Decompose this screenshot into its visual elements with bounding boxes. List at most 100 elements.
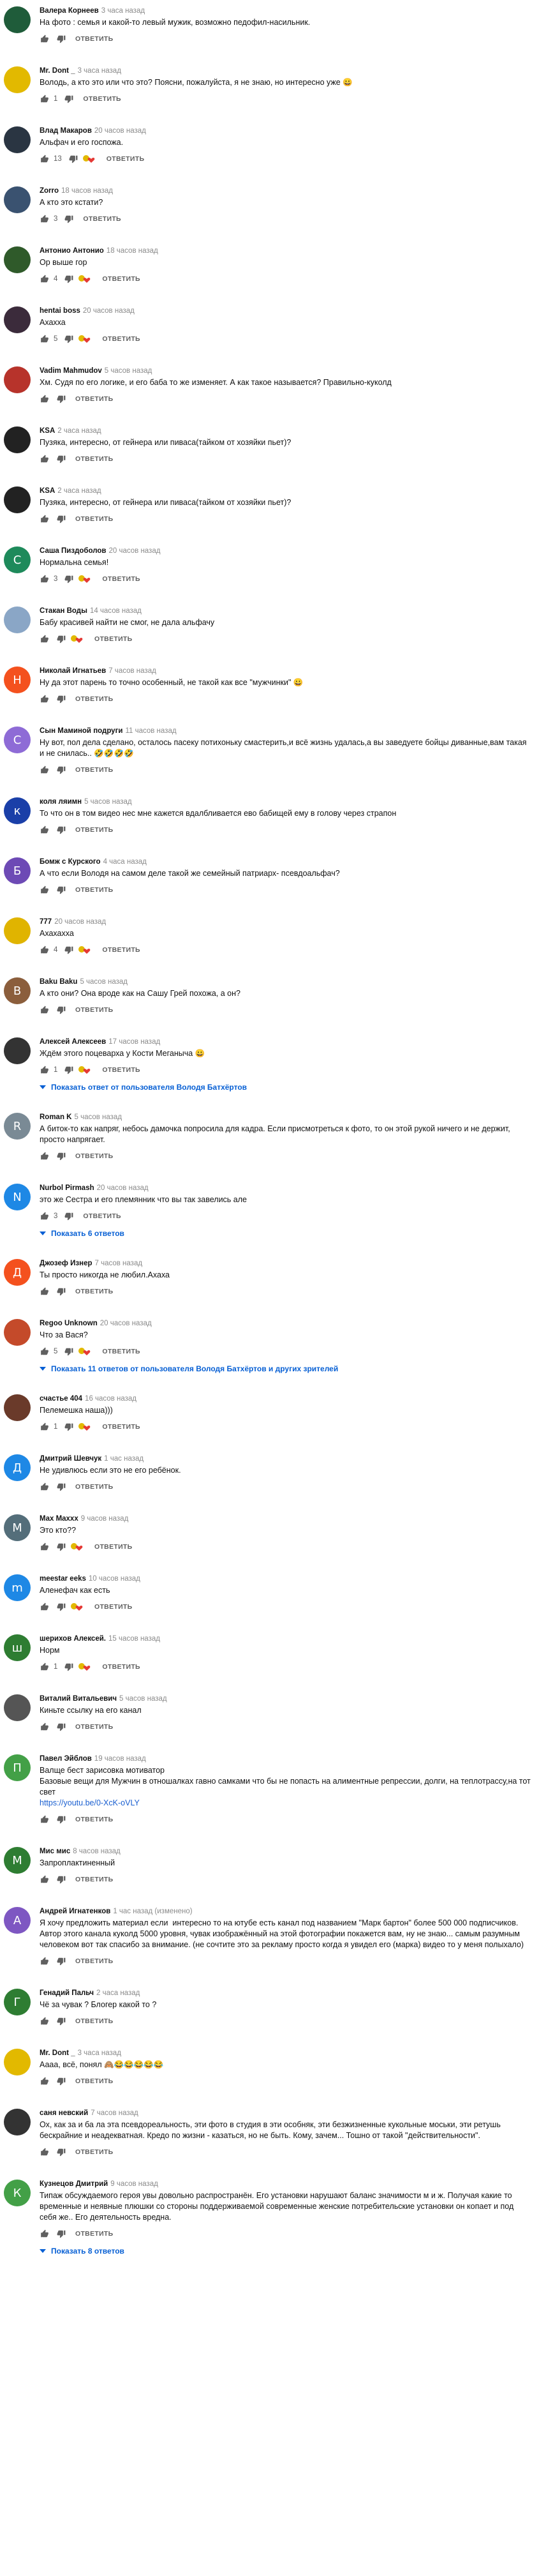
show-replies-button[interactable]: Показать 6 ответов [40,1227,531,1240]
author-name[interactable]: 777 [40,918,52,926]
avatar[interactable]: К [4,2180,31,2206]
avatar[interactable]: Г [4,1989,31,2015]
avatar[interactable] [4,126,31,153]
thumbs-down-icon[interactable] [56,885,66,895]
thumbs-down-icon[interactable] [56,394,66,404]
thumbs-down-icon[interactable] [64,94,74,104]
avatar[interactable] [4,2049,31,2075]
thumbs-up-icon[interactable] [40,1542,50,1552]
thumbs-down-icon[interactable] [56,825,66,835]
thumbs-up-icon[interactable] [40,454,50,464]
thumbs-down-icon[interactable] [64,1346,74,1357]
thumbs-up-icon[interactable] [40,1211,50,1221]
thumbs-up-icon[interactable] [40,694,50,704]
author-name[interactable]: Влад Макаров [40,127,92,135]
avatar[interactable] [4,66,31,93]
thumbs-up-icon[interactable] [40,2076,50,2086]
reply-button[interactable]: ОТВЕТИТЬ [75,455,114,463]
thumbs-up-icon[interactable] [40,1151,50,1161]
avatar[interactable]: П [4,1754,31,1781]
timestamp[interactable]: 17 часов назад [108,1038,160,1046]
timestamp[interactable]: 19 часов назад [94,1755,146,1763]
thumbs-down-icon[interactable] [56,1482,66,1492]
author-name[interactable]: шерихов Алексей. [40,1635,106,1643]
timestamp[interactable]: 5 часов назад [74,1113,122,1121]
thumbs-down-icon[interactable] [56,34,66,44]
avatar[interactable]: Н [4,667,31,693]
reply-button[interactable]: ОТВЕТИТЬ [102,1066,140,1074]
author-name[interactable]: Дмитрий Шевчук [40,1455,101,1463]
thumbs-down-icon[interactable] [56,1874,66,1885]
reply-button[interactable]: ОТВЕТИТЬ [102,575,140,583]
timestamp[interactable]: 20 часов назад [108,547,160,555]
avatar[interactable] [4,1037,31,1064]
thumbs-down-icon[interactable] [56,1151,66,1161]
thumbs-up-icon[interactable] [40,514,50,524]
author-name[interactable]: Max Maxxx [40,1515,78,1523]
reply-button[interactable]: ОТВЕТИТЬ [102,335,140,343]
avatar[interactable] [4,426,31,453]
timestamp[interactable]: 16 часов назад [85,1395,137,1403]
reply-button[interactable]: ОТВЕТИТЬ [75,766,114,774]
author-name[interactable]: Regoo Unknown [40,1320,98,1327]
author-name[interactable]: Павел Эйблов [40,1755,92,1763]
reply-button[interactable]: ОТВЕТИТЬ [83,95,121,103]
timestamp[interactable]: 20 часов назад [97,1184,149,1192]
thumbs-up-icon[interactable] [40,94,50,104]
timestamp[interactable]: 9 часов назад [81,1515,129,1523]
thumbs-down-icon[interactable] [64,945,74,955]
avatar[interactable]: Б [4,857,31,884]
avatar[interactable] [4,246,31,273]
avatar[interactable]: А [4,1907,31,1934]
author-name[interactable]: Vadim Mahmudov [40,367,102,375]
reply-button[interactable]: ОТВЕТИТЬ [75,1152,114,1160]
thumbs-up-icon[interactable] [40,1346,50,1357]
thumbs-up-icon[interactable] [40,885,50,895]
reply-button[interactable]: ОТВЕТИТЬ [75,395,114,403]
author-name[interactable]: KSA [40,427,55,435]
avatar[interactable]: N [4,1184,31,1210]
reply-button[interactable]: ОТВЕТИТЬ [75,2148,114,2156]
thumbs-down-icon[interactable] [56,1722,66,1732]
thumbs-down-icon[interactable] [56,694,66,704]
thumbs-down-icon[interactable] [56,765,66,775]
thumbs-up-icon[interactable] [40,945,50,955]
avatar[interactable]: B [4,977,31,1004]
reply-button[interactable]: ОТВЕТИТЬ [94,1603,133,1611]
thumbs-up-icon[interactable] [40,574,50,584]
show-replies-button[interactable]: Показать 11 ответов от пользователя Воло… [40,1362,531,1375]
thumbs-down-icon[interactable] [56,634,66,644]
reply-button[interactable]: ОТВЕТИТЬ [75,1483,114,1491]
thumbs-up-icon[interactable] [40,1422,50,1432]
timestamp[interactable]: 3 часа назад [101,7,145,15]
reply-button[interactable]: ОТВЕТИТЬ [94,635,133,643]
reply-button[interactable]: ОТВЕТИТЬ [102,1663,140,1671]
reply-button[interactable]: ОТВЕТИТЬ [75,35,114,43]
timestamp[interactable]: 5 часов назад [119,1695,167,1703]
avatar[interactable] [4,917,31,944]
timestamp[interactable]: 5 часов назад [84,798,132,806]
timestamp[interactable]: 5 часов назад [105,367,152,375]
timestamp[interactable]: 20 часов назад [54,918,106,926]
thumbs-up-icon[interactable] [40,1482,50,1492]
author-name[interactable]: Бомж с Курского [40,858,101,866]
thumbs-up-icon[interactable] [40,1874,50,1885]
thumbs-down-icon[interactable] [56,1542,66,1552]
thumbs-down-icon[interactable] [56,1602,66,1612]
reply-button[interactable]: ОТВЕТИТЬ [83,215,121,223]
timestamp[interactable]: 9 часов назад [110,2180,158,2188]
avatar[interactable] [4,606,31,633]
thumbs-down-icon[interactable] [56,2076,66,2086]
timestamp[interactable]: 20 часов назад [94,127,146,135]
thumbs-down-icon[interactable] [56,1005,66,1015]
thumbs-down-icon[interactable] [56,514,66,524]
thumbs-up-icon[interactable] [40,1722,50,1732]
author-name[interactable]: Валера Корнеев [40,7,99,15]
thumbs-down-icon[interactable] [64,214,74,224]
author-name[interactable]: Стакан Воды [40,607,87,615]
reply-button[interactable]: ОТВЕТИТЬ [75,2230,114,2238]
avatar[interactable] [4,2109,31,2135]
thumbs-down-icon[interactable] [64,334,74,344]
reply-button[interactable]: ОТВЕТИТЬ [75,1288,114,1295]
avatar[interactable]: m [4,1574,31,1601]
